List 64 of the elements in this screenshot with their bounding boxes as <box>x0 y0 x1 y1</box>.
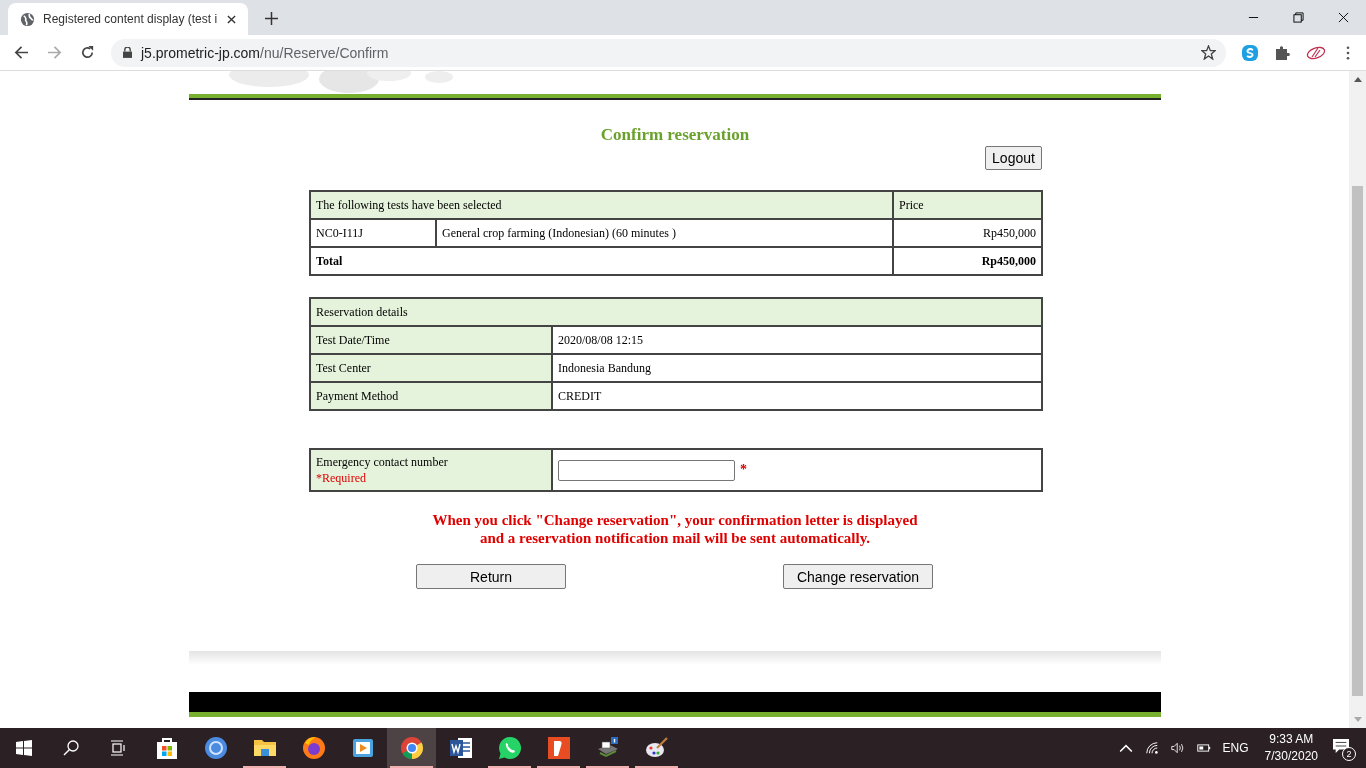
menu-icon[interactable] <box>1346 45 1350 60</box>
clock-date: 7/30/2020 <box>1264 748 1318 765</box>
speaker-icon[interactable] <box>1170 741 1185 755</box>
table-cell: 2020/08/08 12:15 <box>552 326 1042 354</box>
globe-icon <box>20 11 35 27</box>
task-view-icon[interactable] <box>110 740 126 756</box>
new-tab-icon[interactable] <box>265 12 278 25</box>
lock-icon <box>123 47 132 58</box>
table-header: Reservation details <box>310 298 1042 326</box>
language-indicator[interactable]: ENG <box>1222 741 1249 755</box>
phone-field[interactable] <box>558 459 735 481</box>
scroll-up-icon[interactable] <box>1353 77 1362 82</box>
media-player-icon <box>350 736 375 760</box>
scrollbar[interactable] <box>1349 71 1366 728</box>
table-header: Price <box>893 191 1042 219</box>
pdf-icon <box>546 736 571 760</box>
return-button[interactable]: Return <box>416 564 566 589</box>
back-icon[interactable] <box>14 45 29 60</box>
firefox-icon <box>301 736 326 760</box>
table-cell: General crop farming (Indonesian) (60 minutes ) <box>436 219 893 247</box>
word-icon <box>448 736 473 760</box>
table-cell: Indonesia Bandung <box>552 354 1042 382</box>
windows-icon[interactable] <box>16 740 32 756</box>
scroll-thumb[interactable] <box>1352 186 1363 696</box>
page-title: Confirm reservation <box>599 125 751 145</box>
palette-icon <box>644 736 669 760</box>
taskbar-app[interactable] <box>387 728 436 768</box>
field-label: Emergency contact number <box>316 454 449 470</box>
close-icon[interactable] <box>1338 12 1349 23</box>
table-cell: Rp450,000 <box>893 247 1042 275</box>
clock-time: 9:33 AM <box>1269 731 1314 748</box>
change-reservation-button[interactable]: Change reservation <box>783 564 933 589</box>
table-header: The following tests have been selected <box>310 191 893 219</box>
table-cell: NC0-I11J <box>310 219 436 247</box>
tab-title: Registered content display (test i <box>43 12 219 26</box>
close-icon[interactable] <box>227 14 236 24</box>
address-field[interactable]: j5.prometric-jp.com/nu/Reserve/Confirm <box>111 38 1226 67</box>
shopping-bag-icon <box>154 736 179 760</box>
clock[interactable]: 9:33 AM 7/30/2020 <box>1264 731 1318 765</box>
chrome-icon <box>399 736 424 760</box>
table-cell: Test Center <box>310 354 552 382</box>
required-mark: * <box>740 462 747 478</box>
notification-count: 2 <box>1342 747 1356 761</box>
required-note: *Required <box>316 470 367 486</box>
battery-icon[interactable] <box>1196 741 1211 755</box>
puzzle-icon[interactable] <box>1274 44 1290 61</box>
extension-icon[interactable] <box>1306 44 1326 61</box>
skype-icon[interactable] <box>1242 44 1258 61</box>
table-cell: Rp450,000 <box>893 219 1042 247</box>
search-icon[interactable] <box>63 740 79 756</box>
url-text: j5.prometric-jp.com/nu/Reserve/Confirm <box>141 44 389 61</box>
table-cell: CREDIT <box>552 382 1042 410</box>
chat-bubble-icon <box>497 736 522 760</box>
circle-app-icon <box>203 736 228 760</box>
browser-tab[interactable]: Registered content display (test i <box>8 3 248 35</box>
table-cell: Payment Method <box>310 382 552 410</box>
restore-icon[interactable] <box>1293 12 1304 23</box>
table-cell: Test Date/Time <box>310 326 552 354</box>
notice-text: When you click "Change reservation", your confirmation letter is displayed and a reservation notification mail will be sent automatically. <box>431 511 919 547</box>
wifi-icon[interactable] <box>1144 741 1159 755</box>
reload-icon[interactable] <box>80 45 95 60</box>
logout-button[interactable]: Logout <box>985 146 1042 170</box>
table-cell: Total <box>310 247 893 275</box>
star-icon[interactable] <box>1201 45 1216 60</box>
